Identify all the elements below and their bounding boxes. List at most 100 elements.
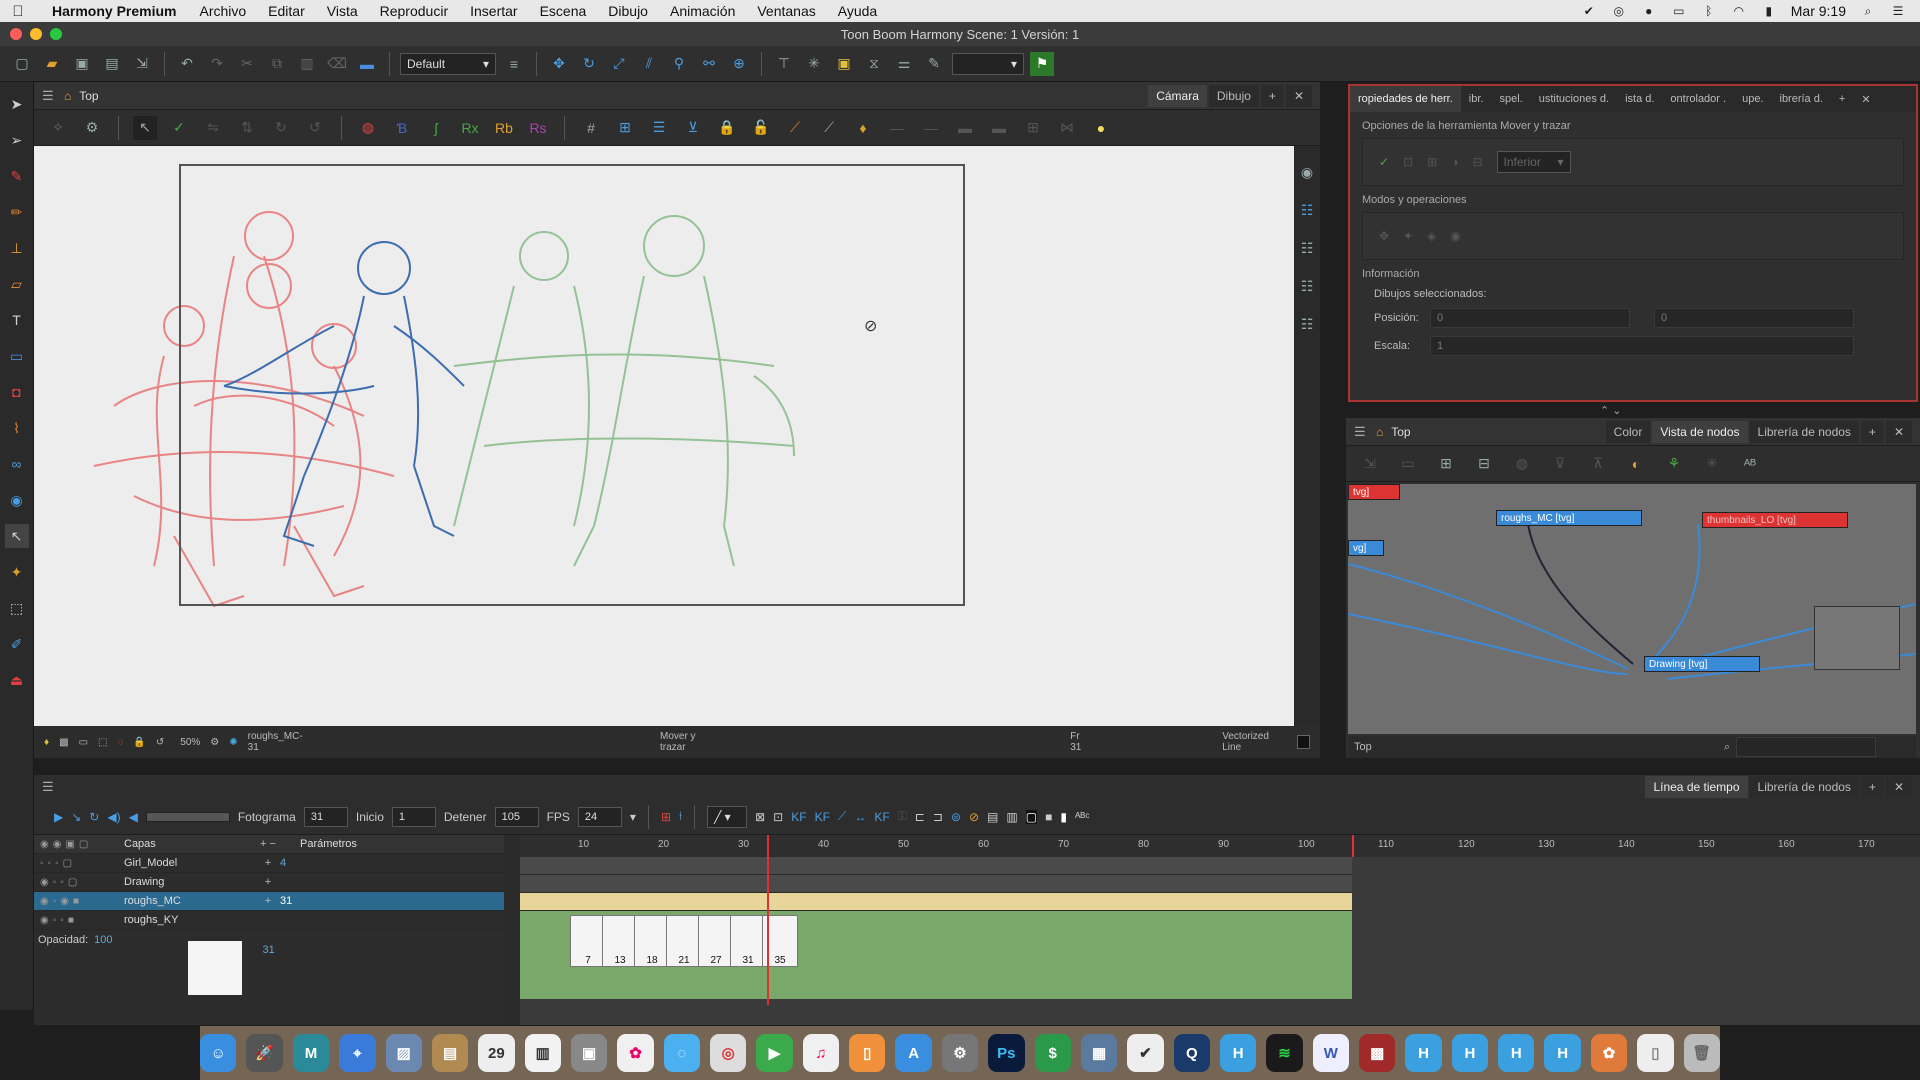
mode-icon-2[interactable]: ✦ [1403, 229, 1413, 243]
opacity-value[interactable]: 100 [94, 934, 112, 946]
new-scene-icon[interactable]: ▢ [10, 52, 34, 76]
zoom-level[interactable]: 50% [180, 737, 200, 748]
contour-editor-icon[interactable]: ➢ [5, 128, 29, 152]
kf-add-icon[interactable]: KF [791, 810, 806, 824]
apple-icon[interactable]:  [0, 3, 36, 20]
position-y-field[interactable]: 0 [1654, 308, 1854, 328]
color-red-icon[interactable]: ◍ [356, 116, 380, 140]
sound-icon[interactable]: ◀) [107, 810, 120, 824]
ease-icon[interactable]: ⟋ [838, 809, 846, 824]
settings-icon[interactable]: ⚙ [210, 737, 219, 748]
camera-breadcrumb[interactable]: Top [79, 89, 98, 103]
extend-icon[interactable]: ⊏ [915, 810, 925, 824]
bone-tool-icon[interactable]: ✦ [5, 560, 29, 584]
panel-menu-icon[interactable]: ☰ [42, 88, 56, 104]
stamp-icon[interactable]: ⊥ [5, 236, 29, 260]
add-tab-icon[interactable]: + [1260, 84, 1284, 107]
harmony-app-1-icon[interactable]: H [1219, 1034, 1257, 1072]
light-table-icon[interactable]: ⊻ [681, 116, 705, 140]
node-graph[interactable]: tvg] roughs_MC [tvg] thumbnails_LO [tvg]… [1348, 484, 1916, 734]
add-layer-icon[interactable]: + − [256, 838, 280, 850]
node-top-left[interactable]: tvg] [1348, 484, 1400, 500]
tab-camera[interactable]: Cámara [1148, 84, 1207, 107]
scale-field[interactable]: 1 [1430, 336, 1854, 356]
fps-dropdown-icon[interactable]: ▾ [630, 810, 636, 824]
position-x-field[interactable]: 0 [1430, 308, 1630, 328]
text-icon[interactable]: T [5, 308, 29, 332]
light-icon[interactable]: ♦ [44, 737, 49, 748]
node-drawing[interactable]: Drawing [tvg] [1644, 656, 1760, 672]
lock-small-icon[interactable]: 🔒 [133, 737, 145, 748]
peg-icon[interactable]: ⊤ [772, 52, 796, 76]
dot-icon[interactable]: ■ [1045, 810, 1052, 824]
save-icon[interactable]: ▣ [70, 52, 94, 76]
menu-reproducir[interactable]: Reproducir [369, 3, 459, 19]
quicktime-icon[interactable]: Q [1173, 1034, 1210, 1072]
node-navigator[interactable] [1814, 606, 1900, 670]
onion-skin-red-icon[interactable]: ⊞ [661, 810, 671, 824]
bone-icon[interactable]: ⚲ [667, 52, 691, 76]
exposure-sheet[interactable]: 10 20 30 40 50 60 70 80 90 100 110 120 130 140 150 160 1… [520, 835, 1920, 1025]
layer-toggles-header[interactable]: ◉◉▣▢ [34, 839, 124, 850]
play-selection-icon[interactable]: ↘ [71, 810, 81, 824]
close-panel-icon[interactable]: ✕ [1885, 420, 1912, 443]
notifications-icon[interactable]: ☰ [1890, 4, 1906, 18]
rectangle-icon[interactable]: ▭ [5, 344, 29, 368]
tab-spell[interactable]: spel. [1491, 93, 1530, 105]
tab-node-library[interactable]: Librería de nodos [1749, 776, 1859, 798]
bar-icon[interactable]: ⊞ [1021, 116, 1045, 140]
app-store-icon[interactable]: A [895, 1034, 932, 1072]
photo-booth-icon[interactable]: ▩ [1359, 1034, 1396, 1072]
drawing-thumbnail[interactable]: 18 [634, 915, 670, 967]
gear-icon[interactable]: ⚙ [80, 116, 104, 140]
node-ungroup-icon[interactable]: ⊟ [1472, 452, 1496, 476]
expand-layer-icon[interactable]: + [256, 857, 280, 869]
money-icon[interactable]: $ [1034, 1034, 1071, 1072]
lock-icon[interactable]: 🔒 [715, 116, 739, 140]
speed-slider[interactable] [145, 811, 230, 822]
add-tab-icon[interactable]: + [1860, 776, 1884, 798]
expand-layer-icon[interactable]: + [256, 876, 280, 888]
tab-drawing[interactable]: Dibujo [1208, 84, 1259, 107]
option-icon-1[interactable]: ⊡ [1403, 155, 1413, 169]
notes-icon[interactable]: ▤ [431, 1034, 469, 1072]
menu-ventanas[interactable]: Ventanas [746, 3, 826, 19]
calendar-icon[interactable]: 29 [478, 1034, 515, 1072]
line-icon[interactable]: — [885, 116, 909, 140]
layer-row[interactable]: ◉◦◉■ roughs_MC + 31 [34, 892, 504, 911]
drawing-color-icon[interactable]: ✺ [229, 737, 237, 748]
deform-icon[interactable]: ⧖ [862, 52, 886, 76]
morph-icon[interactable]: ✳ [802, 52, 826, 76]
menu-archivo[interactable]: Archivo [188, 3, 257, 19]
expand-layer-icon[interactable]: + [256, 895, 280, 907]
pencil-orange-icon[interactable]: ⟋ [783, 116, 807, 140]
drawing-thumbnail[interactable]: 27 [698, 915, 734, 967]
mode-icon-1[interactable]: ✥ [1379, 229, 1389, 243]
close-panel-icon[interactable]: ✕ [1285, 84, 1312, 107]
launchpad-icon[interactable]: 🚀 [246, 1034, 283, 1072]
bezier-icon[interactable]: Ɓ [390, 116, 414, 140]
harmony-app-5-icon[interactable]: H [1544, 1034, 1581, 1072]
play-icon[interactable]: ▶ [54, 810, 63, 824]
node-search-input[interactable] [1736, 737, 1876, 757]
reset-icon[interactable]: ↺ [156, 737, 164, 748]
battery-icon[interactable]: ▮ [1761, 4, 1777, 18]
stroke-icon[interactable]: ʃ [424, 116, 448, 140]
add-tab-icon[interactable]: + [1860, 420, 1884, 443]
node-thumbnails-lo[interactable]: thumbnails_LO [tvg] [1702, 512, 1848, 528]
sync-icon[interactable]: ◎ [1611, 4, 1627, 18]
node-tool-6-icon[interactable]: ✳ [1700, 452, 1724, 476]
system-prefs-icon[interactable]: ⚙ [941, 1034, 979, 1072]
sync-icon[interactable]: ⊜ [951, 810, 961, 824]
node-breadcrumb[interactable]: Top [1391, 425, 1410, 439]
bulb-icon[interactable]: ♦ [851, 116, 875, 140]
user-icon[interactable]: ● [1641, 4, 1657, 18]
scanner-icon[interactable]: ▦ [1080, 1034, 1118, 1072]
redo-icon[interactable]: ↷ [205, 52, 229, 76]
close-panel-icon[interactable]: ✕ [1853, 93, 1878, 106]
cut-icon[interactable]: ✂ [235, 52, 259, 76]
motion-icon[interactable]: ↔ [854, 810, 866, 824]
rotate-cw-icon[interactable]: ↻ [269, 116, 293, 140]
finder-icon[interactable]: ☺ [200, 1034, 237, 1072]
split-icon[interactable]: ▥ [1006, 810, 1017, 824]
